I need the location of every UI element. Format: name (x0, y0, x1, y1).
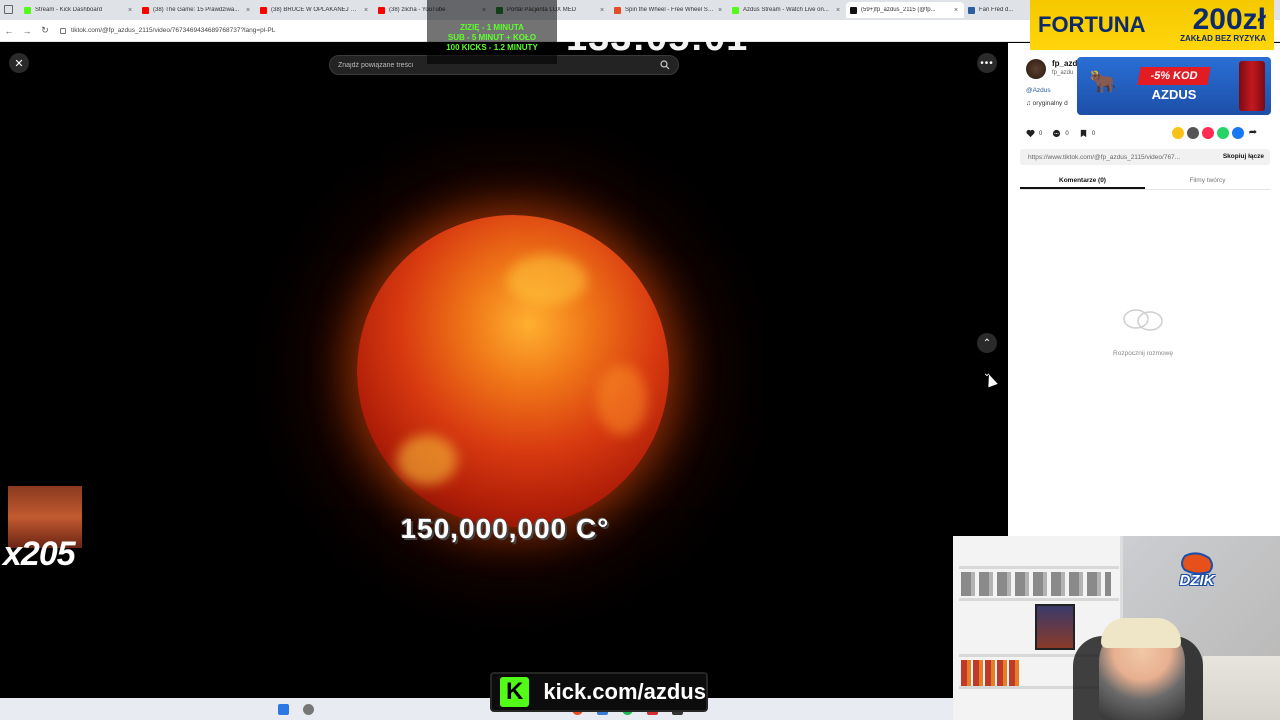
dzik-logo-text: DZIK (1179, 572, 1215, 589)
window-menu-icon[interactable] (4, 5, 13, 14)
previous-video-button[interactable]: ⌃ (977, 333, 997, 353)
share-link-text: https://www.tiktok.com/@fp_azdus_2115/vi… (1028, 153, 1181, 161)
boxes (1203, 656, 1280, 720)
like-count: 0 (1039, 130, 1043, 137)
start-icon[interactable] (277, 703, 289, 715)
kick-url-text: kick.com/azdus (543, 679, 706, 704)
whatsapp-icon[interactable] (1217, 127, 1229, 139)
bookmark-icon (1080, 129, 1086, 138)
tab-favicon-icon (378, 6, 385, 14)
comment-icon (1053, 129, 1061, 138)
tab-close-icon[interactable]: × (718, 7, 724, 14)
more-options-button[interactable]: ••• (977, 53, 997, 73)
search-icon[interactable] (660, 60, 670, 70)
emote-multiplier: x205 (3, 535, 76, 573)
tab-close-icon[interactable]: × (364, 7, 370, 14)
like-button[interactable]: 0 (1026, 129, 1042, 138)
empty-comments-icon (1123, 309, 1163, 331)
video-caption: 150,000,000 C° (400, 513, 610, 544)
share-link-field[interactable]: https://www.tiktok.com/@fp_azdus_2115/vi… (1020, 149, 1270, 165)
tab-favicon-icon (732, 6, 739, 14)
tab-close-icon[interactable]: × (246, 7, 252, 14)
creator-handle: fp_azdu (1052, 70, 1074, 76)
tab-title: Stream - Kick Dashboard (35, 7, 103, 13)
fortuna-ad: FORTUNA 200zł ZAKŁAD BEZ RYZYKA (1030, 0, 1274, 50)
tab-title: Azdus Stream - Watch Live on... (743, 7, 829, 13)
dzik-code: AZDUS (1151, 87, 1197, 102)
browser-tab[interactable]: (38) BRUCE W OPLAKANEJ SYT... × (256, 2, 374, 18)
close-video-button[interactable]: ✕ (9, 53, 29, 73)
dzik-ad: 🐂 -5% KOD AZDUS (1077, 57, 1271, 115)
rule-line-1: ZIZIĘ - 1 MINUTA (460, 23, 524, 32)
video-player[interactable]: ✕ ••• 150,000,000 C° ⌃ ⌄ (0, 43, 1008, 720)
sound-link[interactable]: ♫ oryginalny d (1026, 100, 1068, 107)
kick-url-banner: K kick.com/azdus (490, 672, 708, 712)
facebook-icon[interactable] (1232, 127, 1244, 139)
subathon-timer: 133:05:01 (566, 17, 749, 59)
browser-tab[interactable]: (38) The Game: 15 Prawdziwa... × (138, 2, 256, 18)
tab-favicon-icon (614, 6, 621, 14)
kick-logo: K (500, 677, 530, 707)
comment-button[interactable]: 0 (1052, 129, 1069, 138)
comment-count: 0 (1065, 130, 1069, 137)
tab-favicon-icon (968, 6, 975, 14)
tab-close-icon[interactable]: × (128, 7, 134, 14)
taskbar-search-icon[interactable] (302, 703, 314, 715)
browser-tab[interactable]: Stream - Kick Dashboard × (20, 2, 138, 18)
subathon-rules-panel: ZIZIĘ - 1 MINUTA SUB - 5 MINUT + KOŁO 10… (427, 0, 557, 64)
tab-favicon-icon (24, 6, 31, 14)
tab-title: (38) BRUCE W OPLAKANEJ SYT... (271, 7, 360, 13)
url-text: tiktok.com/@fp_azdus_2115/video/76734694… (71, 27, 276, 34)
tab-favicon-icon (260, 6, 267, 14)
back-icon[interactable]: ← (0, 22, 18, 40)
forward-icon[interactable]: → (18, 22, 36, 40)
creator-avatar[interactable] (1026, 59, 1046, 79)
bull-icon: 🐂 (1089, 69, 1117, 94)
tab-title: (59+)fp_azdus_2115 (@fp... (861, 7, 936, 13)
send-share-icon[interactable] (1202, 127, 1214, 139)
panel-tabs: Komentarze (0) Filmy twórcy (1020, 172, 1270, 190)
embed-share-icon[interactable] (1172, 127, 1184, 139)
tab-favicon-icon (850, 6, 857, 14)
browser-tab[interactable]: Spin the Wheel - Free Wheel Sp... × (610, 2, 728, 18)
save-button[interactable]: 0 (1079, 129, 1095, 138)
sun-video-frame (357, 215, 669, 527)
tab-close-icon[interactable]: × (954, 7, 960, 14)
streamer-webcam: DZIK (953, 536, 1280, 720)
tab-close-icon[interactable]: × (600, 7, 606, 14)
fortuna-subtitle: ZAKŁAD BEZ RYZYKA (1180, 34, 1266, 43)
tab-close-icon[interactable]: × (836, 7, 842, 14)
empty-comments-text: Rozpocznij rozmowę (1113, 350, 1173, 357)
fortuna-amount: 200zł (1192, 3, 1266, 36)
energy-can-image (1239, 61, 1265, 111)
friends-share-icon[interactable] (1187, 127, 1199, 139)
tab-title: (38) The Game: 15 Prawdziwa... (153, 7, 240, 13)
share-buttons: ➦ (1172, 127, 1259, 139)
save-count: 0 (1091, 130, 1096, 137)
rule-line-3: 100 KICKS - 1.2 MINUTY (446, 43, 538, 52)
engagement-actions: 0 0 0 (1026, 129, 1095, 138)
os-taskbar (0, 698, 960, 720)
rule-line-2: SUB - 5 MINUT + KOŁO (447, 33, 537, 42)
tab-title: Spin the Wheel - Free Wheel Sp... (625, 7, 714, 13)
browser-tab[interactable]: (59+)fp_azdus_2115 (@fp... × (846, 2, 964, 18)
streamer-hair (1101, 618, 1181, 648)
copy-link-button[interactable]: Skopiuj łącze (1223, 153, 1264, 160)
video-details-panel: fp_azdus fp_azdu @Azdus ♫ oryginalny d 0… (1008, 43, 1280, 536)
tab-comments[interactable]: Komentarze (0) (1020, 172, 1145, 189)
reload-icon[interactable]: ↻ (36, 22, 54, 40)
mention-link[interactable]: @Azdus (1026, 87, 1051, 94)
url-field[interactable]: tiktok.com/@fp_azdus_2115/video/76734694… (60, 27, 275, 34)
tab-favicon-icon (142, 6, 149, 14)
site-info-icon[interactable] (60, 27, 66, 34)
browser-tab[interactable]: Azdus Stream - Watch Live on... × (728, 2, 846, 18)
dzik-discount: -5% KOD (1137, 67, 1211, 85)
display-case (1035, 604, 1075, 650)
heart-icon (1026, 129, 1035, 138)
tab-creator-videos[interactable]: Filmy twórcy (1145, 172, 1270, 189)
fortuna-logo: FORTUNA (1038, 12, 1146, 37)
share-arrow-icon[interactable]: ➦ (1247, 127, 1259, 139)
